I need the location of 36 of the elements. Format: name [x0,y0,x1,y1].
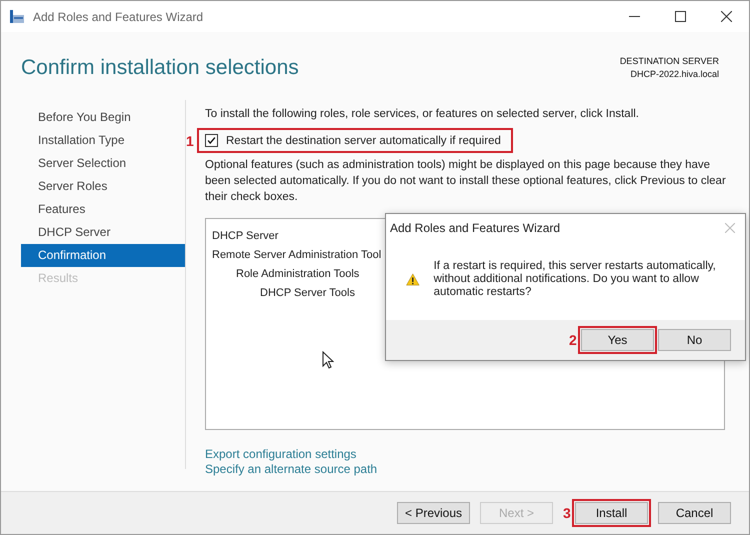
step-number: 1 [186,132,195,148]
cursor-icon [322,351,334,369]
feature-item: Remote Server Administration Tool [212,249,382,261]
link[interactable]: Export configuration settings [205,447,356,461]
feature-item: Role Administration Tools [236,268,360,280]
page-title: Confirm installation selections [21,56,299,80]
sidebar-item[interactable]: Before You Begin [21,106,185,129]
sidebar-item[interactable]: Confirmation [21,244,185,267]
server-icon [9,10,25,24]
minimize-icon[interactable] [628,16,640,17]
wizard-button[interactable]: < Previous [397,502,470,524]
restart-option[interactable]: Restart the destination server automatically if required [197,128,513,153]
sidebar-item[interactable]: Features [21,198,185,221]
step-number: 3 [563,505,572,521]
dialog-button[interactable]: Yes [581,329,654,351]
sidebar-item[interactable]: Server Roles [21,175,185,198]
maximize-icon[interactable] [674,11,686,22]
wizard-button[interactable]: Install [575,502,648,524]
sidebar-item[interactable]: Installation Type [21,129,185,152]
feature-item: DHCP Server Tools [260,287,355,299]
dialog-button[interactable]: No [658,329,731,351]
step-number: 2 [569,332,578,348]
window-title: Add Roles and Features Wizard [33,10,204,24]
dialog-title: Add Roles and Features Wizard [390,221,560,235]
destination-label: DESTINATION SERVER [620,55,719,68]
feature-item: DHCP Server [212,230,278,242]
note-text: Optional features (such as administration tools) might be displayed on this page because they have been selected automatically. If you do not want to install these optional features, click Previous to clear their check boxes. [204,158,727,205]
intro-text: To install the following roles, role services, or features on selected server, click Install. [204,107,640,122]
link[interactable]: Specify an alternate source path [205,462,378,476]
checkbox[interactable] [205,134,218,147]
dialog-message: If a restart is required, this server restarts automatically, without additional notifications. Do you want to allow automatic restarts? [434,260,717,298]
sidebar-item[interactable]: DHCP Server [21,221,185,244]
destination-server: DHCP-2022.hiva.local [629,68,719,81]
sidebar-item[interactable]: Server Selection [21,152,185,175]
close-icon[interactable] [720,11,732,22]
wizard-button[interactable]: Cancel [658,502,731,524]
